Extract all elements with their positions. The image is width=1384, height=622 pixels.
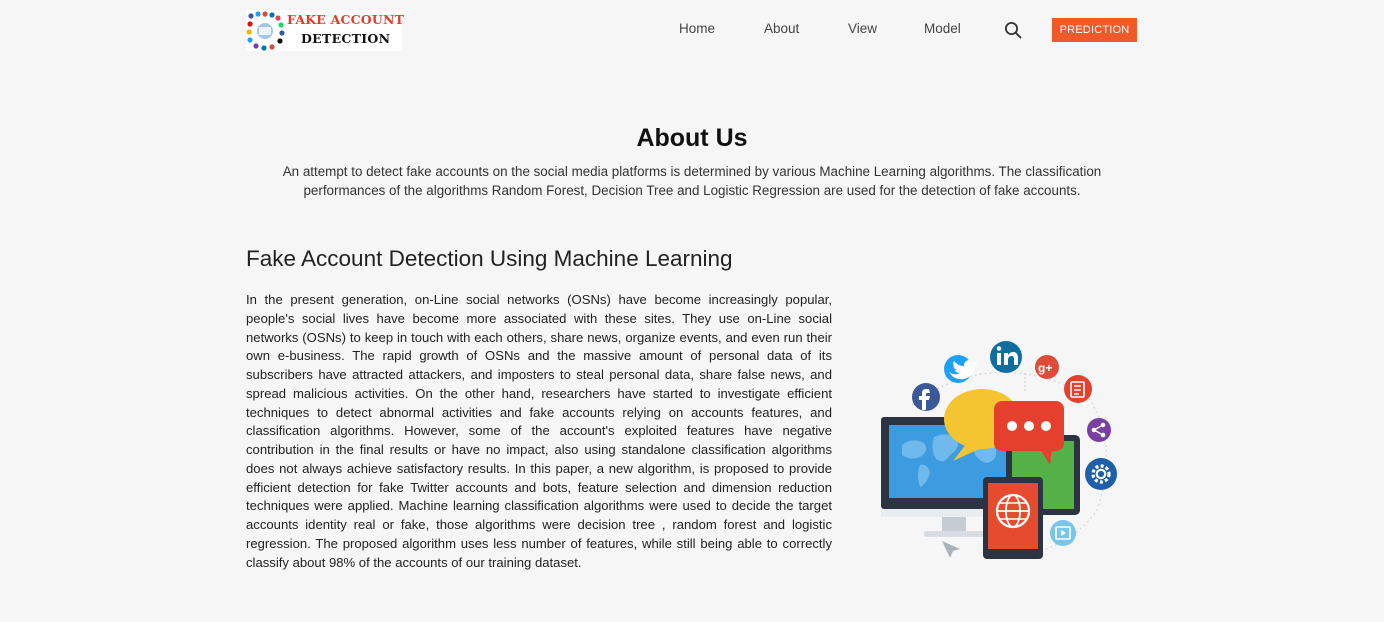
logo-text-line2: DETECTION <box>301 31 391 46</box>
about-title: About Us <box>636 124 748 152</box>
twitter-icon <box>944 355 978 383</box>
cursor-icon <box>942 541 960 558</box>
prediction-button[interactable]: PREDICTION <box>1052 18 1137 42</box>
navbar: FAKE ACCOUNT DETECTION Home About View M… <box>0 0 1384 62</box>
nav-view-link[interactable]: View <box>848 21 877 36</box>
social-icons-logo-icon <box>246 11 285 51</box>
about-description: An attempt to detect fake accounts on th… <box>282 164 1102 198</box>
nav-model-link[interactable]: Model <box>924 21 961 36</box>
social-media-illustration: g+ <box>881 341 1117 559</box>
search-icon[interactable] <box>1004 21 1022 39</box>
site-logo[interactable]: FAKE ACCOUNT DETECTION <box>246 10 405 51</box>
section-title: Fake Account Detection Using Machine Lea… <box>246 246 733 271</box>
nav-home-link[interactable]: Home <box>679 21 715 36</box>
nav-about-link[interactable]: About <box>764 21 799 36</box>
facebook-icon <box>912 383 940 411</box>
google-plus-icon: g+ <box>1035 355 1059 379</box>
settings-icon <box>1085 458 1117 490</box>
logo-text-line1: FAKE ACCOUNT <box>287 12 405 27</box>
share-icon <box>1087 418 1111 442</box>
video-icon <box>1050 520 1076 546</box>
linkedin-icon <box>990 341 1022 373</box>
svg-text:g+: g+ <box>1038 361 1052 375</box>
globe-icon <box>983 477 1043 559</box>
section-body: In the present generation, on-Line socia… <box>246 292 832 570</box>
notes-icon <box>1064 375 1092 403</box>
